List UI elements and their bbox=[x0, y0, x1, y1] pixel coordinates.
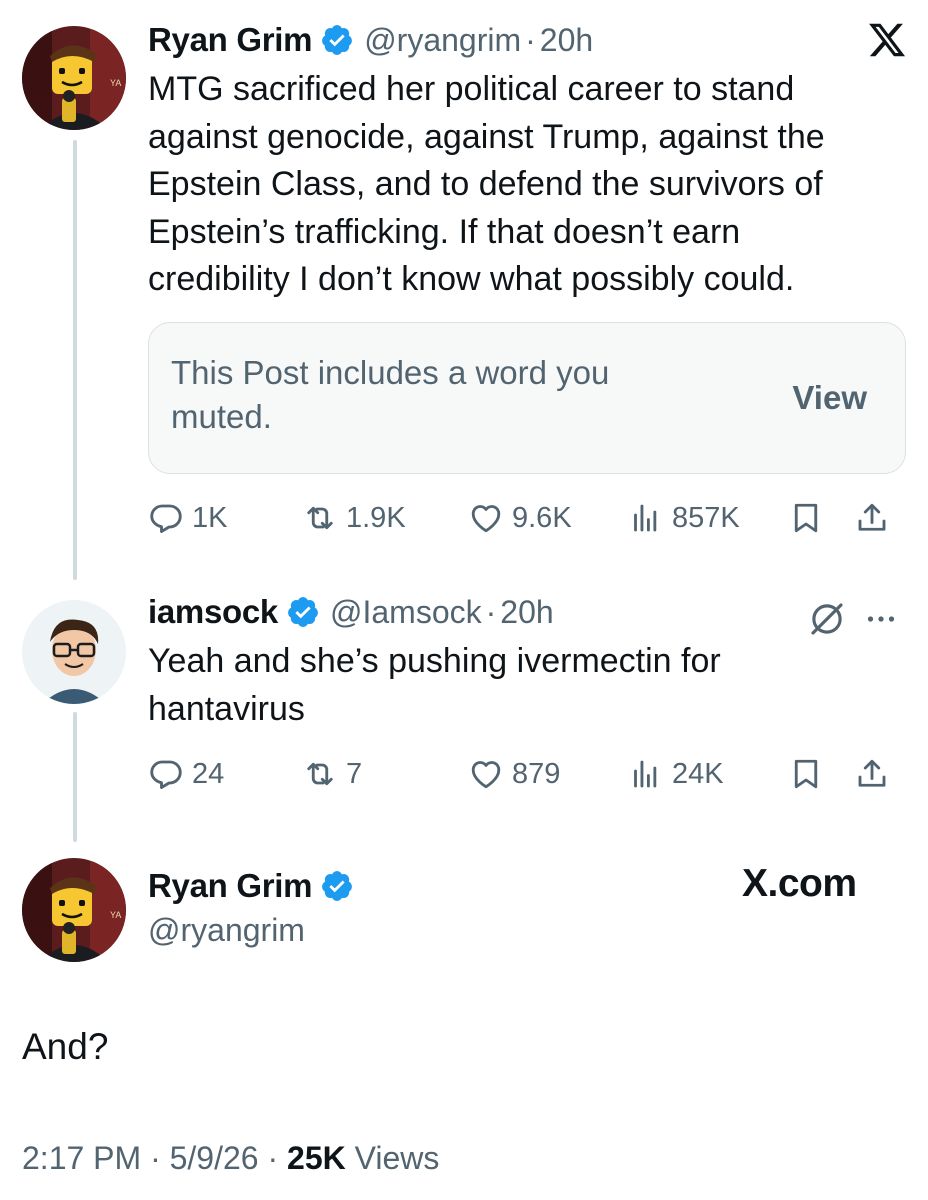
repost-count: 7 bbox=[346, 757, 363, 790]
bookmark-icon bbox=[794, 759, 818, 789]
share-button[interactable] bbox=[854, 752, 890, 796]
post-footer: 2:17 PM · 5/9/26 · 25K Views bbox=[22, 1140, 439, 1177]
heart-icon bbox=[471, 505, 501, 533]
verified-badge-icon bbox=[320, 869, 354, 903]
svg-text:YA: YA bbox=[110, 78, 121, 88]
separator-dot: · bbox=[525, 21, 536, 58]
reply-action-bar: 24 7 879 24K bbox=[148, 752, 908, 796]
reply-count: 1K bbox=[192, 501, 228, 534]
x-logo-icon bbox=[866, 20, 908, 60]
repost-button[interactable]: 7 bbox=[302, 752, 362, 796]
views-button[interactable]: 24K bbox=[628, 752, 724, 796]
muted-notice-box: This Post includes a word you muted. Vie… bbox=[148, 322, 906, 474]
quote-text: And? bbox=[22, 1026, 109, 1067]
post-text: MTG sacrificed her political career to s… bbox=[148, 70, 825, 298]
grok-icon[interactable] bbox=[806, 598, 848, 640]
author-name[interactable]: Ryan Grim bbox=[148, 21, 312, 59]
avatar-ryan-grim[interactable]: YA bbox=[22, 26, 126, 130]
reply-button[interactable]: 1K bbox=[148, 496, 227, 540]
avatar-iamsock[interactable] bbox=[22, 600, 126, 704]
bookmark-button[interactable] bbox=[788, 496, 824, 540]
post-time[interactable]: 20h bbox=[540, 22, 593, 59]
reply-icon bbox=[150, 760, 182, 789]
heart-icon bbox=[471, 761, 501, 789]
like-count: 879 bbox=[512, 757, 561, 790]
views-count: 857K bbox=[672, 501, 740, 534]
reply-text: Yeah and she’s pushing ivermectin for ha… bbox=[148, 642, 721, 728]
share-icon bbox=[858, 759, 886, 787]
quote-author-name[interactable]: Ryan Grim bbox=[148, 867, 312, 905]
quote-author-handle[interactable]: @ryangrim bbox=[148, 912, 305, 949]
like-button[interactable]: 879 bbox=[468, 752, 560, 796]
svg-text:YA: YA bbox=[110, 910, 121, 920]
reply-icon bbox=[150, 504, 182, 533]
like-button[interactable]: 9.6K bbox=[468, 496, 572, 540]
thread-line-top bbox=[73, 140, 77, 580]
post-header: Ryan Grim @ryangrim · 20h bbox=[148, 20, 593, 60]
reply-options bbox=[806, 598, 902, 640]
more-icon[interactable] bbox=[860, 598, 902, 640]
repost-count: 1.9K bbox=[346, 501, 406, 534]
thread-line-bottom bbox=[73, 712, 77, 842]
share-button[interactable] bbox=[854, 496, 890, 540]
footer-views-label: Views bbox=[354, 1140, 440, 1176]
author-handle[interactable]: @ryangrim bbox=[364, 22, 521, 59]
views-icon bbox=[634, 760, 657, 788]
reply-button[interactable]: 24 bbox=[148, 752, 224, 796]
share-icon bbox=[858, 503, 886, 531]
avatar-ryan-grim[interactable]: YA bbox=[22, 858, 126, 962]
bookmark-button[interactable] bbox=[788, 752, 824, 796]
verified-badge-icon bbox=[286, 595, 320, 629]
separator-dot: · bbox=[267, 1140, 288, 1176]
verified-badge-icon bbox=[320, 23, 354, 57]
repost-icon bbox=[307, 762, 333, 786]
like-count: 9.6K bbox=[512, 501, 572, 534]
reply-count: 24 bbox=[192, 757, 225, 790]
post-action-bar: 1K 1.9K 9.6K 857K bbox=[148, 496, 908, 540]
reply-header: iamsock @Iamsock · 20h bbox=[148, 592, 554, 632]
repost-icon bbox=[307, 506, 333, 530]
separator-dot: · bbox=[150, 1140, 170, 1176]
reply-author-handle[interactable]: @Iamsock bbox=[330, 594, 482, 631]
views-icon bbox=[634, 504, 657, 532]
views-button[interactable]: 857K bbox=[628, 496, 740, 540]
reply-author-name[interactable]: iamsock bbox=[148, 593, 278, 631]
footer-time[interactable]: 2:17 PM bbox=[22, 1140, 141, 1176]
brand-wordmark: X.com bbox=[742, 862, 857, 905]
separator-dot: · bbox=[485, 593, 497, 630]
views-count: 24K bbox=[672, 757, 724, 790]
repost-button[interactable]: 1.9K bbox=[302, 496, 406, 540]
quote-header: Ryan Grim bbox=[148, 866, 354, 906]
footer-date[interactable]: 5/9/26 bbox=[170, 1140, 259, 1176]
bookmark-icon bbox=[794, 503, 818, 533]
view-muted-button[interactable]: View bbox=[792, 379, 867, 417]
footer-views-count: 25K bbox=[287, 1140, 346, 1176]
muted-notice-text: This Post includes a word you muted. bbox=[171, 354, 610, 435]
reply-time[interactable]: 20h bbox=[500, 594, 553, 631]
